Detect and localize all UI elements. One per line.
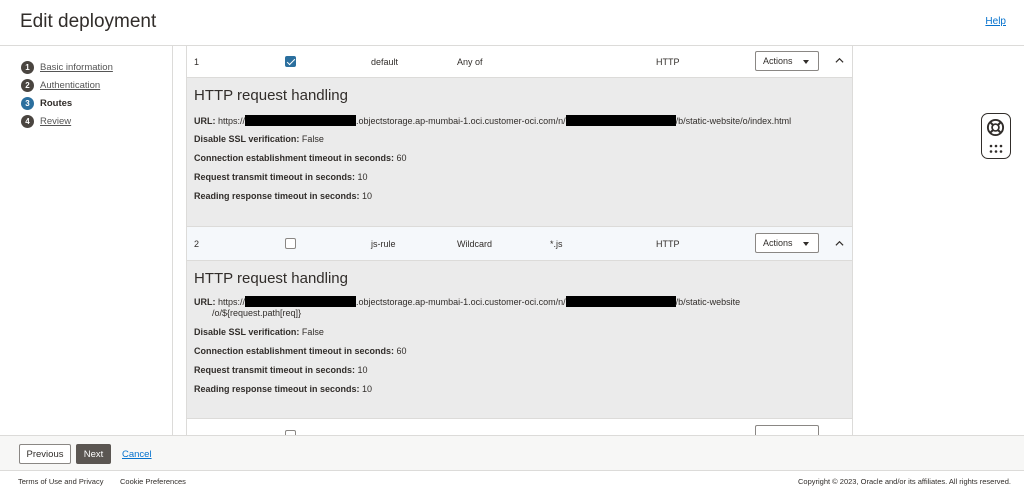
- route-method: Any of: [457, 57, 483, 67]
- conn-timeout-line: Connection establishment timeout in seco…: [194, 153, 407, 163]
- req-timeout-label: Request transmit timeout in seconds:: [194, 365, 356, 375]
- caret-down-icon: [803, 242, 809, 246]
- conn-timeout-label: Connection establishment timeout in seco…: [194, 346, 395, 356]
- help-link[interactable]: Help: [985, 16, 1006, 27]
- url-mid: .objectstorage.ap-mumbai-1.oci.customer-…: [356, 116, 566, 126]
- read-timeout-value: 10: [362, 191, 373, 201]
- conn-timeout-value: 60: [396, 346, 407, 356]
- cancel-link[interactable]: Cancel: [122, 449, 152, 460]
- req-timeout-line: Request transmit timeout in seconds: 10: [194, 365, 368, 375]
- step-label[interactable]: Basic information: [40, 62, 113, 73]
- route-index: 2: [194, 239, 200, 249]
- detail-heading: HTTP request handling: [194, 270, 348, 287]
- url-prefix: https://: [218, 297, 246, 307]
- route-path: js-rule: [371, 239, 396, 249]
- redacted-block: [565, 296, 676, 307]
- route-index: 1: [194, 57, 200, 67]
- read-timeout-label: Reading response timeout in seconds:: [194, 384, 360, 394]
- copyright-text: Copyright © 2023, Oracle and/or its affi…: [798, 477, 1011, 486]
- url-suffix: /b/static-website: [675, 297, 741, 307]
- redacted-block: [245, 115, 357, 126]
- redacted-block: [245, 296, 357, 307]
- req-timeout-line: Request transmit timeout in seconds: 10: [194, 172, 368, 182]
- step-authentication[interactable]: 2 Authentication: [21, 79, 100, 92]
- route-type: HTTP: [656, 239, 680, 249]
- req-timeout-label: Request transmit timeout in seconds:: [194, 172, 356, 182]
- actions-label: Actions: [763, 238, 793, 248]
- ssl-label: Disable SSL verification:: [194, 327, 300, 337]
- previous-button[interactable]: Previous: [19, 444, 71, 464]
- ssl-line: Disable SSL verification: False: [194, 134, 324, 144]
- detail-heading: HTTP request handling: [194, 87, 348, 104]
- wizard-steps: 1 Basic information 2 Authentication 3 R…: [0, 46, 173, 435]
- route-type: HTTP: [656, 57, 680, 67]
- req-timeout-value: 10: [357, 365, 368, 375]
- step-number: 4: [21, 115, 34, 128]
- table-row-partial: [187, 419, 852, 435]
- route-match: *.js: [550, 239, 563, 249]
- page-title: Edit deployment: [20, 11, 157, 32]
- req-timeout-value: 10: [357, 172, 368, 182]
- conn-timeout-value: 60: [396, 153, 407, 163]
- url-continuation: /o/${request.path[req]}: [212, 308, 302, 318]
- page-header: Edit deployment Help: [0, 0, 1024, 46]
- url-suffix: /b/static-website/o/index.html: [675, 116, 792, 126]
- ssl-value: False: [301, 327, 324, 337]
- step-routes: 3 Routes: [21, 97, 72, 110]
- step-number: 2: [21, 79, 34, 92]
- ssl-label: Disable SSL verification:: [194, 134, 300, 144]
- actions-label: Actions: [763, 56, 793, 66]
- caret-down-icon: [803, 60, 809, 64]
- url-line: URL: https:// .objectstorage.ap-mumbai-1.…: [194, 115, 791, 126]
- read-timeout-line: Reading response timeout in seconds: 10: [194, 384, 372, 394]
- route-method: Wildcard: [457, 239, 493, 249]
- table-row: 1 default Any of HTTP Actions: [187, 46, 852, 78]
- route-path: default: [371, 57, 399, 67]
- dots-grid-icon: [989, 144, 1003, 153]
- url-label: URL:: [194, 297, 216, 307]
- chevron-up-icon[interactable]: [835, 239, 844, 248]
- routes-content: 1 default Any of HTTP Actions HTTP reque…: [174, 46, 866, 435]
- read-timeout-value: 10: [362, 384, 373, 394]
- wizard-footer: Previous Next Cancel: [0, 435, 1024, 470]
- ssl-line: Disable SSL verification: False: [194, 327, 324, 337]
- terms-link[interactable]: Terms of Use and Privacy: [18, 477, 103, 486]
- route-checkbox[interactable]: [285, 56, 296, 67]
- conn-timeout-label: Connection establishment timeout in seco…: [194, 153, 395, 163]
- redacted-block: [565, 115, 676, 126]
- read-timeout-line: Reading response timeout in seconds: 10: [194, 191, 372, 201]
- page-footer: Terms of Use and Privacy Cookie Preferen…: [0, 470, 1024, 491]
- url-mid: .objectstorage.ap-mumbai-1.oci.customer-…: [356, 297, 566, 307]
- actions-button[interactable]: Actions: [755, 233, 819, 253]
- cookie-preferences-link[interactable]: Cookie Preferences: [120, 477, 186, 486]
- table-row: 2 js-rule Wildcard *.js HTTP Actions: [187, 227, 852, 261]
- step-number: 1: [21, 61, 34, 74]
- step-review[interactable]: 4 Review: [21, 115, 71, 128]
- help-widget[interactable]: [981, 113, 1011, 159]
- route-detail: HTTP request handling URL: https:// .obje…: [187, 261, 852, 419]
- step-number: 3: [21, 97, 34, 110]
- url-prefix: https://: [218, 116, 246, 126]
- step-label[interactable]: Review: [40, 116, 71, 127]
- actions-button[interactable]: [755, 425, 819, 435]
- route-detail: HTTP request handling URL: https:// .obje…: [187, 78, 852, 227]
- actions-button[interactable]: Actions: [755, 51, 819, 71]
- routes-table: 1 default Any of HTTP Actions HTTP reque…: [186, 46, 853, 435]
- route-checkbox[interactable]: [285, 238, 296, 249]
- conn-timeout-line: Connection establishment timeout in seco…: [194, 346, 407, 356]
- read-timeout-label: Reading response timeout in seconds:: [194, 191, 360, 201]
- ssl-value: False: [301, 134, 324, 144]
- step-basic-information[interactable]: 1 Basic information: [21, 61, 113, 74]
- next-button[interactable]: Next: [76, 444, 111, 464]
- url-line: URL: https:// .objectstorage.ap-mumbai-1.…: [194, 296, 740, 307]
- url-label: URL:: [194, 116, 216, 126]
- chevron-up-icon[interactable]: [835, 56, 844, 65]
- step-label: Routes: [40, 98, 73, 109]
- lifebuoy-icon: [986, 118, 1005, 137]
- step-label[interactable]: Authentication: [40, 80, 100, 91]
